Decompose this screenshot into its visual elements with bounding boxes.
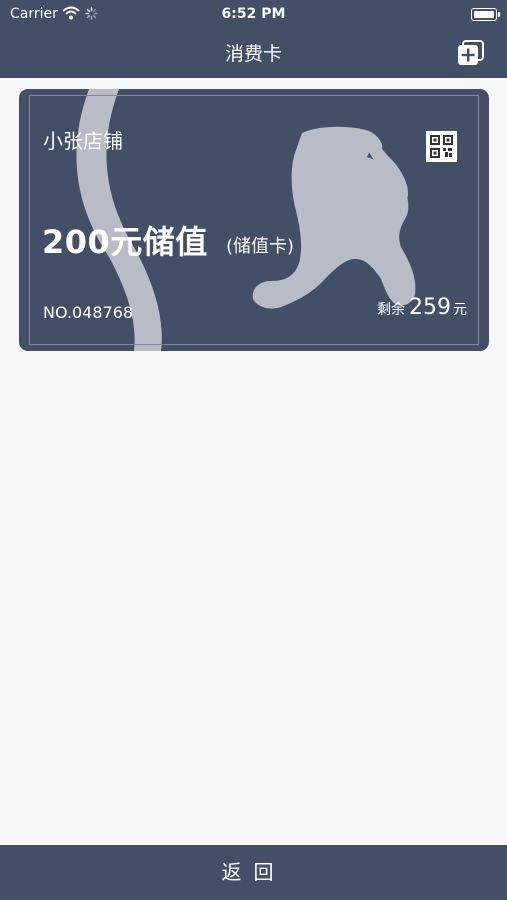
back-button[interactable]: 返回 [0, 845, 507, 900]
balance-unit: 元 [453, 302, 467, 318]
add-card-icon [458, 40, 484, 65]
qr-code-icon [430, 135, 453, 158]
card-balance: 剩余 259 元 [377, 295, 467, 320]
navigation-header: Carrier 6:52 PM 消费卡 [0, 0, 507, 78]
card-number: NO.048768 [43, 303, 134, 322]
status-bar: Carrier 6:52 PM [0, 0, 507, 28]
balance-value: 259 [409, 295, 451, 320]
shop-name: 小张店铺 [43, 129, 123, 153]
page-title: 消费卡 [224, 43, 282, 65]
card-type-label: (储值卡) [226, 236, 295, 257]
card-title: 200元储值 [42, 223, 208, 261]
balance-label: 剩余 [377, 302, 405, 318]
add-card-button[interactable] [457, 40, 485, 66]
qr-code-button[interactable] [426, 131, 457, 162]
status-time: 6:52 PM [221, 6, 286, 22]
consumption-card[interactable]: 小张店铺 200元储值 (储值卡) NO.048768 剩余 259 元 [19, 89, 489, 351]
battery-icon [471, 8, 500, 21]
